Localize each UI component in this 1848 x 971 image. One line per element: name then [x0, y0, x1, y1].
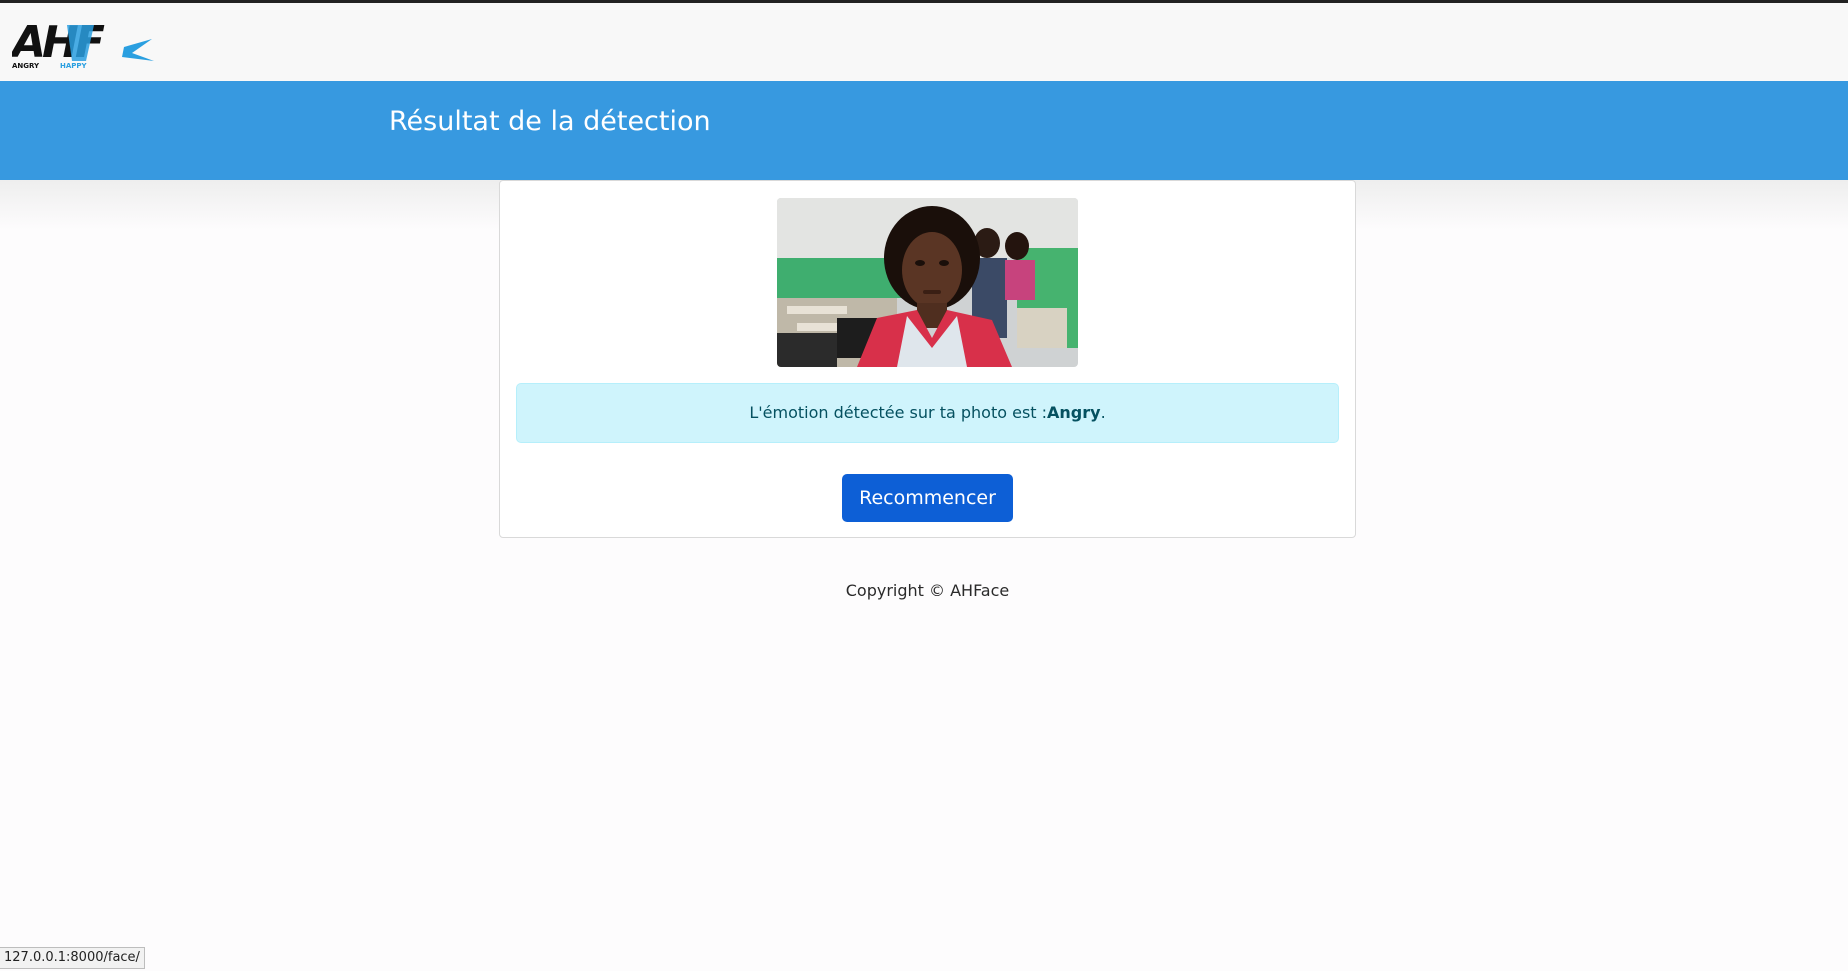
- svg-text:HAPPY: HAPPY: [60, 62, 88, 69]
- svg-text:ANGRY: ANGRY: [12, 62, 40, 69]
- detected-emotion: Angry: [1047, 403, 1101, 422]
- uploaded-photo: [777, 198, 1078, 367]
- result-message-end: .: [1100, 403, 1106, 422]
- result-card: L'émotion détectée sur ta photo est :Ang…: [499, 180, 1356, 538]
- page: AHF ANGRY HAPPY Résultat de la détection: [0, 0, 1848, 971]
- brand-bar: AHF ANGRY HAPPY: [0, 0, 1848, 81]
- page-title: Résultat de la détection: [389, 106, 711, 137]
- result-message: L'émotion détectée sur ta photo est :: [749, 403, 1048, 422]
- restart-button[interactable]: Recommencer: [842, 474, 1013, 522]
- ahf-logo[interactable]: AHF ANGRY HAPPY: [9, 17, 162, 70]
- page-header: Résultat de la détection: [0, 81, 1848, 180]
- status-bar-url: 127.0.0.1:8000/face/: [0, 947, 145, 969]
- detection-result-alert: L'émotion détectée sur ta photo est :Ang…: [516, 383, 1339, 443]
- footer-copyright: Copyright © AHFace: [845, 581, 1010, 600]
- svg-text:AHF: AHF: [12, 17, 105, 68]
